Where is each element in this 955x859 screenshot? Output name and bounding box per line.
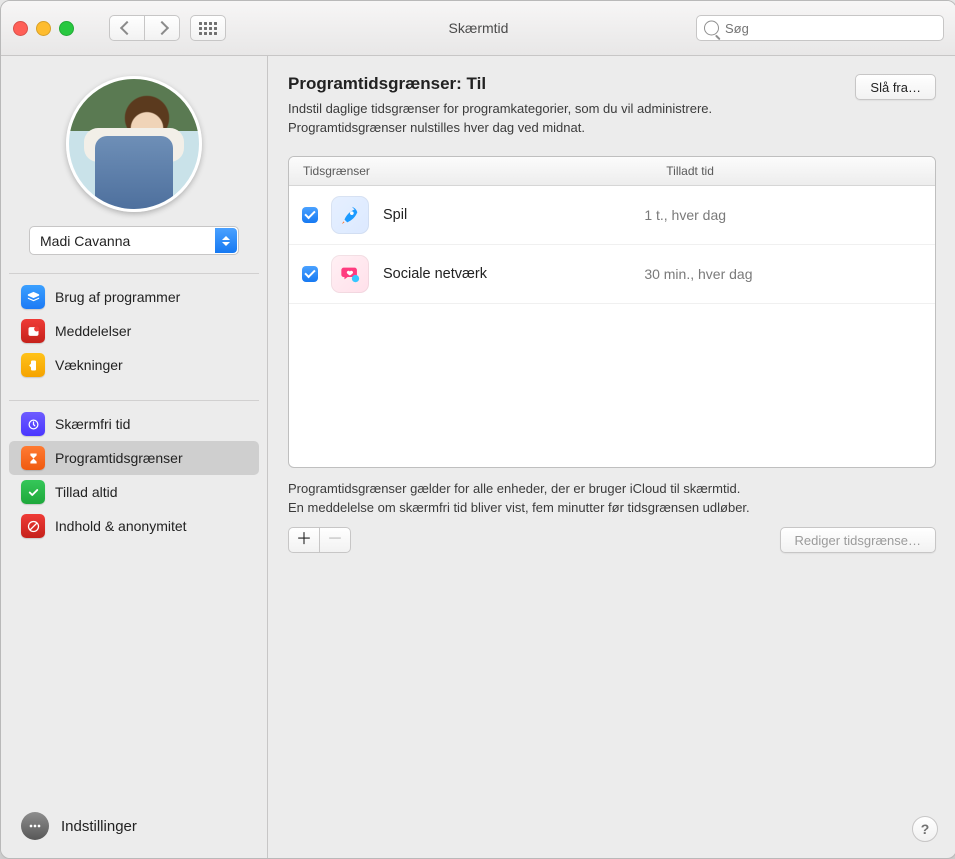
plus-icon: ＋ xyxy=(296,532,312,548)
sidebar-item-label: Brug af programmer xyxy=(55,289,180,305)
pickup-icon xyxy=(21,353,45,377)
table-body: Spil 1 t., hver dag xyxy=(289,186,935,467)
sidebar-item-label: Meddelelser xyxy=(55,323,131,339)
column-header-time[interactable]: Tilladt tid xyxy=(658,164,935,178)
forward-button[interactable] xyxy=(144,15,180,41)
user-select[interactable]: Madi Cavanna xyxy=(29,226,239,255)
show-all-button[interactable] xyxy=(190,15,226,41)
titlebar: Skærmtid xyxy=(1,1,955,56)
search-field-wrap xyxy=(696,15,944,41)
footer-controls: ＋ － Rediger tidsgrænse… xyxy=(288,527,936,553)
column-header-limits[interactable]: Tidsgrænser xyxy=(289,164,658,178)
window-controls xyxy=(13,21,74,36)
chevron-right-icon xyxy=(155,21,169,35)
sidebar-section-limits: Skærmfri tid Programtidsgrænser Tillad a… xyxy=(9,400,259,543)
turn-off-button[interactable]: Slå fra… xyxy=(855,74,936,100)
stack-icon xyxy=(21,285,45,309)
table-row[interactable]: Sociale netværk 30 min., hver dag xyxy=(289,245,935,304)
clock-stars-icon xyxy=(21,412,45,436)
row-label: Sociale netværk xyxy=(383,266,644,282)
badge-icon xyxy=(21,319,45,343)
close-button[interactable] xyxy=(13,21,28,36)
main-pane: Programtidsgrænser: Til Indstil daglige … xyxy=(268,56,955,858)
table-header: Tidsgrænser Tilladt tid xyxy=(289,157,935,186)
row-time: 1 t., hver dag xyxy=(644,207,935,223)
minimize-button[interactable] xyxy=(36,21,51,36)
minus-icon: － xyxy=(327,532,343,548)
rocket-icon xyxy=(331,196,369,234)
chevron-left-icon xyxy=(120,21,134,35)
avatar-wrap xyxy=(1,76,267,212)
sidebar-item-label: Indhold & anonymitet xyxy=(55,518,187,534)
sidebar-item-label: Skærmfri tid xyxy=(55,416,130,432)
search-input[interactable] xyxy=(696,15,944,41)
hourglass-icon xyxy=(21,446,45,470)
sidebar-item-pickups[interactable]: Vækninger xyxy=(9,348,259,382)
add-limit-button[interactable]: ＋ xyxy=(288,527,319,553)
edit-limit-label: Rediger tidsgrænse… xyxy=(795,533,921,548)
help-icon: ? xyxy=(921,821,930,837)
footer-text: Programtidsgrænser gælder for alle enhed… xyxy=(288,480,936,518)
grid-icon xyxy=(199,22,217,35)
sidebar-item-label: Tillad altid xyxy=(55,484,118,500)
sidebar-section-usage: Brug af programmer Meddelelser Vækninger xyxy=(9,273,259,382)
pane-header: Programtidsgrænser: Til Indstil daglige … xyxy=(288,74,936,138)
ellipsis-circle-icon xyxy=(21,812,49,840)
turn-off-label: Slå fra… xyxy=(870,80,921,95)
zoom-button[interactable] xyxy=(59,21,74,36)
row-checkbox-wrap xyxy=(289,207,331,223)
edit-limit-button[interactable]: Rediger tidsgrænse… xyxy=(780,527,936,553)
row-time: 30 min., hver dag xyxy=(644,266,935,282)
sidebar-item-content-privacy[interactable]: Indhold & anonymitet xyxy=(9,509,259,543)
sidebar-item-app-limits[interactable]: Programtidsgrænser xyxy=(9,441,259,475)
row-label: Spil xyxy=(383,207,644,223)
user-avatar[interactable] xyxy=(66,76,202,212)
checkbox-icon[interactable] xyxy=(302,266,318,282)
sidebar-item-options[interactable]: Indstillinger xyxy=(1,798,267,858)
checkmark-square-icon xyxy=(21,480,45,504)
heart-bubble-icon xyxy=(331,255,369,293)
back-button[interactable] xyxy=(109,15,144,41)
nav-buttons xyxy=(109,15,180,41)
sidebar-item-label: Programtidsgrænser xyxy=(55,450,183,466)
user-select-label: Madi Cavanna xyxy=(40,233,130,249)
search-icon xyxy=(704,21,719,36)
sidebar-item-label: Indstillinger xyxy=(61,818,137,835)
limits-table: Tidsgrænser Tilladt tid Spil 1 t., hver … xyxy=(288,156,936,468)
help-button[interactable]: ? xyxy=(912,816,938,842)
sidebar-item-downtime[interactable]: Skærmfri tid xyxy=(9,407,259,441)
pane-description: Indstil daglige tidsgrænser for programk… xyxy=(288,100,818,138)
remove-limit-button[interactable]: － xyxy=(319,527,351,553)
preferences-window: Skærmtid Madi Cavanna xyxy=(0,0,955,859)
sidebar-item-app-usage[interactable]: Brug af programmer xyxy=(9,280,259,314)
sidebar: Madi Cavanna Brug af programmer xyxy=(1,56,268,858)
sidebar-item-notifications[interactable]: Meddelelser xyxy=(9,314,259,348)
stepper-icon xyxy=(215,228,237,253)
pane-title: Programtidsgrænser: Til xyxy=(288,74,818,94)
checkbox-icon[interactable] xyxy=(302,207,318,223)
row-checkbox-wrap xyxy=(289,266,331,282)
no-entry-icon xyxy=(21,514,45,538)
table-row[interactable]: Spil 1 t., hver dag xyxy=(289,186,935,245)
sidebar-item-always-allowed[interactable]: Tillad altid xyxy=(9,475,259,509)
sidebar-item-label: Vækninger xyxy=(55,357,123,373)
